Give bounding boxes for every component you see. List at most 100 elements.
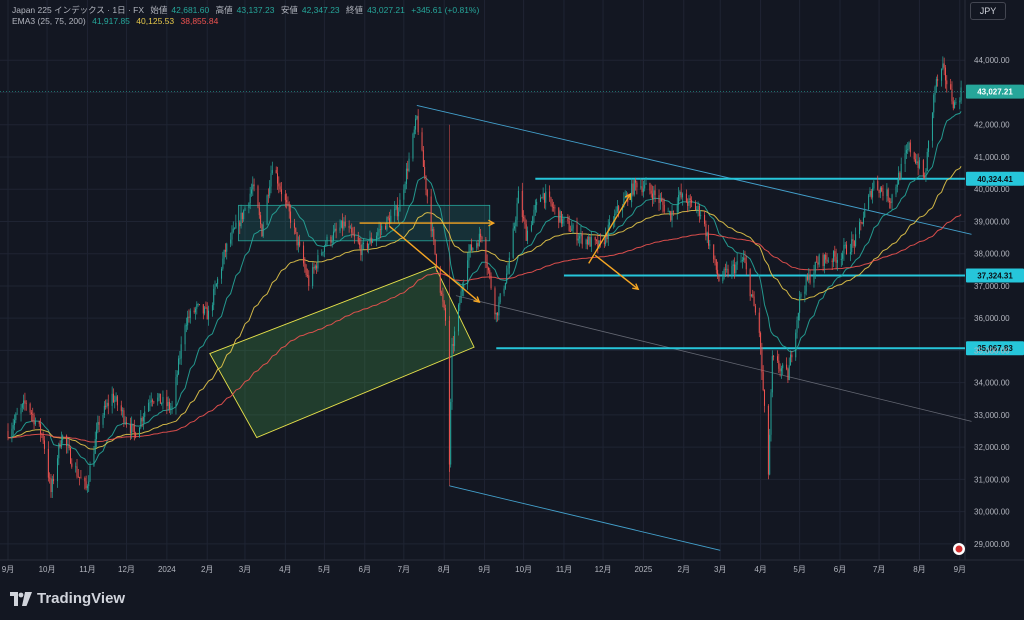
brand-name: TradingView <box>37 590 126 607</box>
time-axis[interactable]: 9月 10月 11月 12月 2024 2月 3月 4月 5月 6月 7月 8月 9月 10月 11月 12月… <box>2 565 966 574</box>
candle-body <box>831 260 833 262</box>
candle-body <box>736 261 738 265</box>
candle-body <box>780 368 782 372</box>
currency-button[interactable]: JPY <box>970 2 1006 20</box>
candle-body <box>93 453 95 466</box>
candle-body <box>472 247 474 251</box>
candle-body <box>461 288 463 292</box>
y-tick-label: 44,000.00 <box>974 56 1010 65</box>
candle-body <box>7 431 9 438</box>
candle-body <box>398 211 400 217</box>
candle-body <box>924 176 926 178</box>
candle-body <box>385 225 387 230</box>
candle-body <box>197 304 199 305</box>
candle-body <box>928 140 930 152</box>
candle-body <box>271 170 273 174</box>
candle-body <box>335 228 337 231</box>
candle-body <box>941 68 943 81</box>
candle-body <box>513 226 515 229</box>
candle-body <box>898 172 900 185</box>
candle-body <box>231 231 233 240</box>
candle-body <box>59 443 61 448</box>
candle-body <box>412 133 414 159</box>
candle-body <box>334 228 336 232</box>
candle-body <box>150 400 152 403</box>
candle-body <box>370 237 372 243</box>
candle-body <box>681 193 683 198</box>
candle-body <box>609 222 611 225</box>
candle-body <box>262 224 264 237</box>
tradingview-logo[interactable]: TradingView <box>10 590 125 607</box>
candle-body <box>293 222 295 228</box>
drawings: 40,324.4137,324.3135,067.83 <box>209 104 1024 551</box>
candle-body <box>224 249 226 252</box>
candle-body <box>631 183 633 203</box>
price-chart[interactable]: 40,324.4137,324.3135,067.83 29,000.0030,… <box>0 0 1024 580</box>
candle-body <box>654 190 656 196</box>
candle-body <box>266 195 268 225</box>
price-axis[interactable]: 29,000.00 30,000.00 31,000.00 32,000.00 33,0… <box>974 56 1010 549</box>
candle-body <box>20 407 22 414</box>
open-value: 42,681.60 <box>171 5 210 15</box>
candle-body <box>239 222 241 227</box>
candle-body <box>495 312 497 315</box>
candle-body <box>340 220 342 228</box>
candle-body <box>217 278 219 284</box>
candle-body <box>586 239 588 245</box>
candle-body <box>248 203 250 209</box>
close-value: 43,027.21 <box>367 5 405 15</box>
key-level-label: 37,324.31 <box>977 271 1013 280</box>
candle-body <box>569 231 571 232</box>
candle-body <box>431 229 433 232</box>
candle-body <box>25 403 27 404</box>
candle-body <box>34 420 36 425</box>
candle-body <box>813 272 815 283</box>
candle-body <box>652 193 654 200</box>
candle-body <box>696 209 698 211</box>
candle-body <box>60 439 62 448</box>
candle-body <box>168 401 170 409</box>
arrow-up <box>588 193 631 264</box>
candle-body <box>53 479 55 482</box>
candle-body <box>853 241 855 246</box>
candle-body <box>107 402 109 406</box>
candle-body <box>185 325 187 327</box>
y-tick-label: 31,000.00 <box>974 475 1010 484</box>
candle-body <box>80 477 82 479</box>
candle-body <box>900 163 902 179</box>
x-tick-label: 9月 <box>954 565 966 574</box>
candle-body <box>603 242 605 245</box>
candle-body <box>196 304 198 309</box>
candle-body <box>297 241 299 246</box>
candle-body <box>808 274 810 280</box>
candle-body <box>71 463 73 467</box>
candle-body <box>67 445 69 446</box>
candle-body <box>469 244 471 252</box>
candle-body <box>240 212 242 227</box>
candle-body <box>760 332 762 348</box>
x-tick-label: 8月 <box>913 565 925 574</box>
y-tick-label: 36,000.00 <box>974 314 1010 323</box>
symbol-name[interactable]: Japan 225 インデックス · 1日 · FX <box>12 5 144 15</box>
candle-body <box>507 268 509 274</box>
y-tick-label: 29,000.00 <box>974 540 1010 549</box>
candle-body <box>817 262 819 265</box>
candle-body <box>166 397 168 407</box>
candle-body <box>741 259 743 261</box>
candle-body <box>167 401 169 407</box>
candle-body <box>133 425 135 433</box>
candle-body <box>202 304 204 314</box>
candle-body <box>296 232 298 246</box>
candle-body <box>40 423 42 435</box>
candle-body <box>485 239 487 263</box>
goto-realtime-icon[interactable] <box>953 543 965 555</box>
candle-body <box>76 466 78 477</box>
candle-body <box>934 86 936 95</box>
candle-body <box>724 268 726 270</box>
candle-body <box>357 236 359 243</box>
candle-body <box>796 320 798 333</box>
x-tick-label: 2025 <box>634 565 652 574</box>
candle-body <box>267 195 269 197</box>
ema-label[interactable]: EMA3 (25, 75, 200) <box>12 16 86 26</box>
candle-body <box>585 239 587 245</box>
